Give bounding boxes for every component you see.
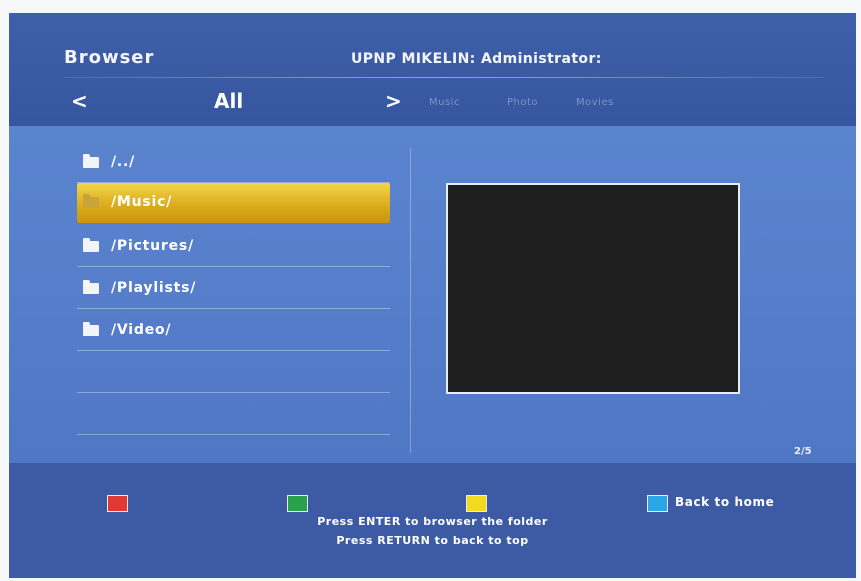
back-to-home-label[interactable]: Back to home xyxy=(675,495,774,509)
tab-music[interactable]: Music xyxy=(429,97,460,108)
list-item-empty xyxy=(77,353,390,393)
return-hint: Press RETURN to back to top xyxy=(336,534,529,547)
row-separator xyxy=(77,350,390,351)
list-item-pictures[interactable]: /Pictures/ xyxy=(77,227,390,267)
footer-bar: Back to home Press ENTER to browser the … xyxy=(9,463,856,578)
list-item-label: /Music/ xyxy=(111,194,173,210)
tab-photo[interactable]: Photo xyxy=(507,97,538,108)
list-divider xyxy=(410,148,411,453)
list-item-label: /Pictures/ xyxy=(111,238,194,254)
media-browser-screen: Browser UPNP MIKELIN: Administrator: < A… xyxy=(9,13,856,578)
red-key-button[interactable] xyxy=(107,495,128,512)
preview-thumbnail xyxy=(446,183,740,394)
previous-filter-arrow[interactable]: < xyxy=(71,89,88,113)
row-separator xyxy=(77,266,390,267)
list-item-label: /Playlists/ xyxy=(111,280,197,296)
row-separator xyxy=(77,308,390,309)
list-item-label: /Video/ xyxy=(111,322,172,338)
list-item-empty xyxy=(77,395,390,435)
server-title: UPNP MIKELIN: Administrator: xyxy=(351,51,602,67)
row-separator xyxy=(77,392,390,393)
folder-icon xyxy=(83,322,99,336)
content-area: /../ /Music/ /Pictures/ /Playlists/ /Vid xyxy=(9,126,856,463)
blue-key-button[interactable] xyxy=(647,495,668,512)
current-filter-label: All xyxy=(214,89,244,113)
tab-movies[interactable]: Movies xyxy=(576,97,614,108)
page-counter: 2/5 xyxy=(794,446,812,457)
list-item-video[interactable]: /Video/ xyxy=(77,311,390,351)
folder-icon xyxy=(83,194,99,208)
file-list: /../ /Music/ /Pictures/ /Playlists/ /Vid xyxy=(9,126,409,463)
app-title: Browser xyxy=(64,47,155,68)
folder-icon xyxy=(83,280,99,294)
folder-icon xyxy=(83,238,99,252)
list-item-playlists[interactable]: /Playlists/ xyxy=(77,269,390,309)
yellow-key-button[interactable] xyxy=(466,495,487,512)
green-key-button[interactable] xyxy=(287,495,308,512)
row-separator xyxy=(77,434,390,435)
header-bar: Browser UPNP MIKELIN: Administrator: < A… xyxy=(9,13,856,126)
folder-icon xyxy=(83,154,99,168)
list-item-label: /../ xyxy=(111,154,136,170)
header-divider xyxy=(64,77,824,78)
list-item-parent[interactable]: /../ xyxy=(77,143,390,183)
enter-hint: Press ENTER to browser the folder xyxy=(317,515,548,528)
list-item-music[interactable]: /Music/ xyxy=(77,183,390,223)
next-filter-arrow[interactable]: > xyxy=(385,89,402,113)
